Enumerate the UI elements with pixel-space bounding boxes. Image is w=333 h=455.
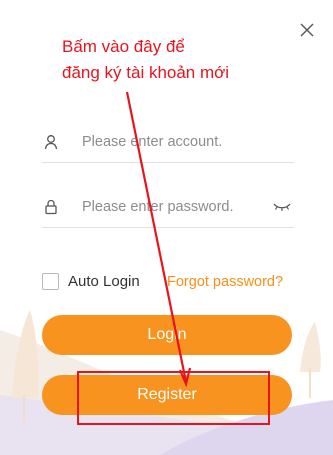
- annotation-line-1: Bấm vào đây để: [62, 37, 185, 56]
- login-button[interactable]: Login: [42, 315, 292, 355]
- password-input[interactable]: [82, 191, 262, 222]
- account-input[interactable]: [82, 126, 262, 157]
- forgot-password-link[interactable]: Forgot password?: [167, 274, 283, 290]
- account-field: [42, 121, 294, 163]
- password-field: [42, 186, 294, 228]
- eye-closed-icon[interactable]: [272, 198, 292, 214]
- auto-login-checkbox[interactable]: [42, 273, 59, 290]
- lock-icon: [42, 198, 60, 216]
- user-icon: [42, 133, 60, 151]
- auto-login-label: Auto Login: [68, 273, 140, 290]
- auto-login-option[interactable]: Auto Login: [42, 273, 140, 290]
- register-button[interactable]: Register: [42, 375, 292, 415]
- annotation-text: Bấm vào đây để đăng ký tài khoản mới: [62, 34, 302, 86]
- annotation-line-2: đăng ký tài khoản mới: [62, 63, 230, 82]
